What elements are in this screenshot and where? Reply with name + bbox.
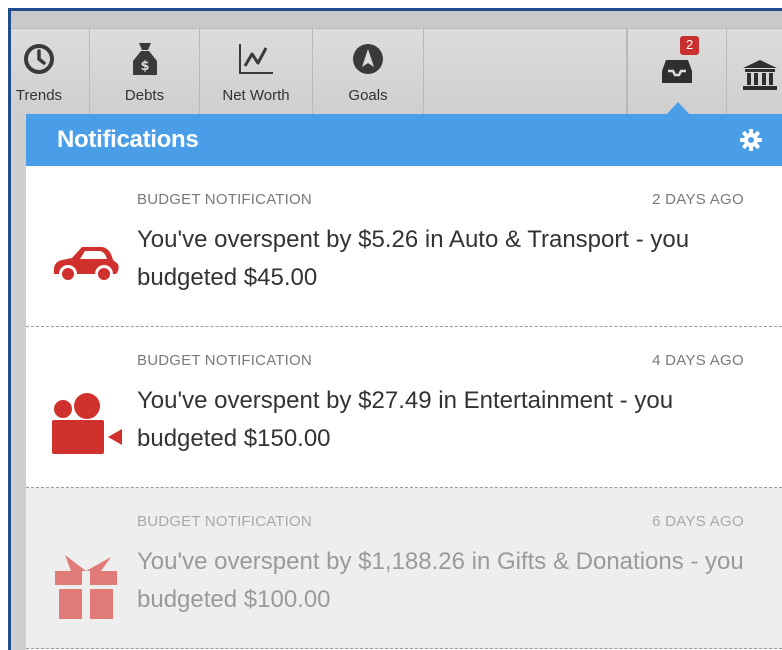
notifications-panel: Notifications BUDGET NOTIFICATION 2 DAYS… — [26, 114, 782, 650]
background-page-edge — [11, 114, 26, 650]
notification-time: 2 DAYS AGO — [652, 191, 744, 208]
toolbar-debts-label: Debts — [124, 87, 165, 104]
gift-icon — [48, 546, 124, 626]
notification-item[interactable]: BUDGET NOTIFICATION 2 DAYS AGO You've ov… — [26, 166, 782, 327]
inbox-tray-icon — [657, 51, 697, 91]
notification-category: BUDGET NOTIFICATION — [137, 191, 312, 208]
line-chart-icon — [236, 39, 276, 79]
notification-category: BUDGET NOTIFICATION — [137, 352, 312, 369]
clock-icon — [19, 39, 59, 79]
toolbar-accounts[interactable] — [727, 29, 782, 115]
toolbar-spacer — [424, 29, 627, 115]
notification-category: BUDGET NOTIFICATION — [137, 513, 312, 530]
notifications-header: Notifications — [26, 114, 782, 166]
notification-time: 4 DAYS AGO — [652, 352, 744, 369]
notification-item[interactable]: BUDGET NOTIFICATION 4 DAYS AGO You've ov… — [26, 327, 782, 488]
notification-item[interactable]: BUDGET NOTIFICATION 6 DAYS AGO You've ov… — [26, 488, 782, 649]
notifications-title: Notifications — [57, 126, 199, 153]
toolbar-goals[interactable]: Goals — [313, 29, 424, 115]
toolbar-net-worth-label: Net Worth — [222, 87, 290, 104]
svg-text:$: $ — [140, 59, 149, 74]
toolbar-debts[interactable]: $ Debts — [90, 29, 200, 115]
money-bag-icon: $ — [125, 39, 165, 79]
toolbar-goals-label: Goals — [348, 87, 388, 104]
notification-time: 6 DAYS AGO — [652, 513, 744, 530]
toolbar-trends[interactable]: Trends — [11, 29, 90, 115]
toolbar-trends-label: Trends — [15, 87, 63, 104]
compass-icon — [348, 39, 388, 79]
gear-icon[interactable] — [738, 127, 764, 153]
bank-icon — [740, 55, 780, 95]
notification-message: You've overspent by $1,188.26 in Gifts &… — [137, 548, 744, 613]
video-camera-icon — [48, 385, 124, 465]
notification-message: You've overspent by $5.26 in Auto & Tran… — [137, 226, 690, 291]
toolbar-net-worth[interactable]: Net Worth — [200, 29, 313, 115]
car-icon — [48, 224, 124, 304]
inbox-count-badge: 2 — [680, 36, 700, 55]
notification-message: You've overspent by $27.49 in Entertainm… — [137, 387, 674, 452]
